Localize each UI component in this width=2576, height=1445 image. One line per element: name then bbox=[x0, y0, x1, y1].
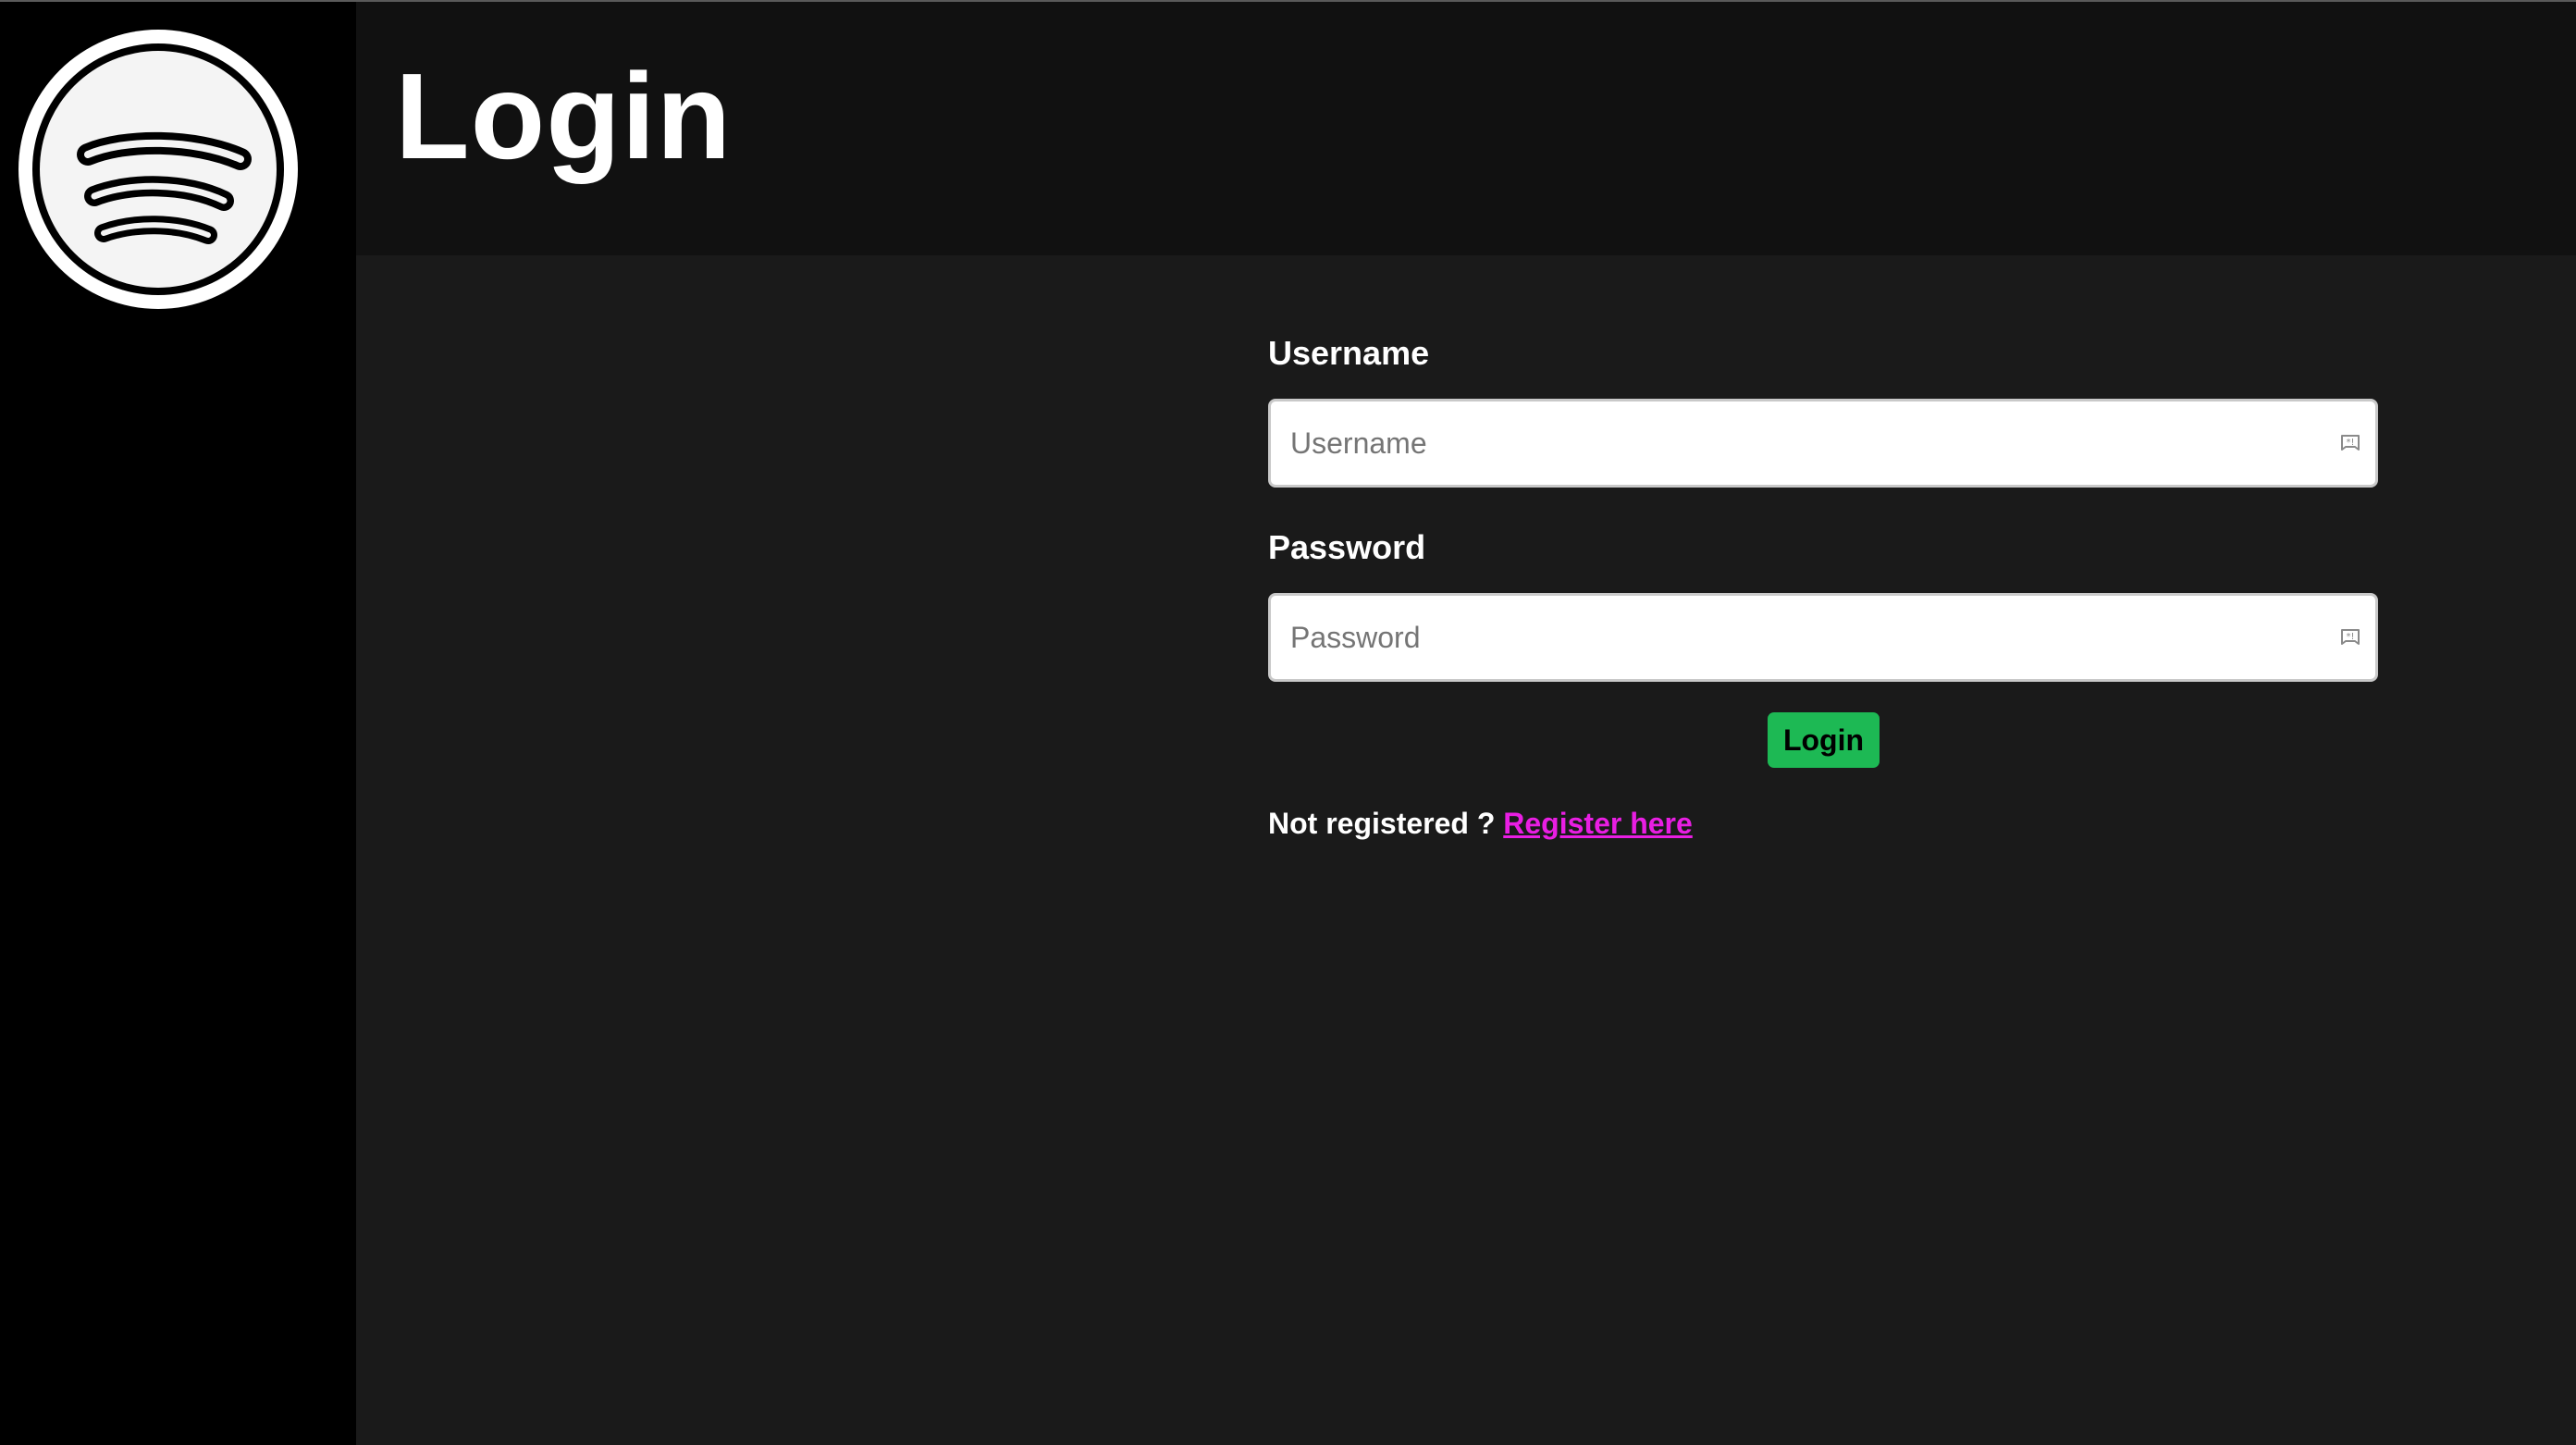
register-prompt-row: Not registered ? Register here bbox=[1268, 809, 1693, 838]
username-input[interactable] bbox=[1271, 401, 2307, 485]
autofill-key-icon[interactable]: *! bbox=[2338, 626, 2362, 650]
page-title: Login bbox=[395, 48, 733, 184]
register-link[interactable]: Register here bbox=[1503, 807, 1693, 840]
page-header: Login bbox=[356, 2, 2576, 255]
login-button[interactable]: Login bbox=[1768, 712, 1880, 768]
username-field-wrapper: *! bbox=[1268, 399, 2378, 488]
main-content: Username *! Password *! Login Not regi bbox=[356, 255, 2576, 1445]
password-label: Password bbox=[1268, 528, 1426, 566]
svg-text:*!: *! bbox=[2346, 438, 2354, 448]
autofill-key-icon[interactable]: *! bbox=[2338, 432, 2362, 456]
username-label: Username bbox=[1268, 334, 1430, 372]
password-input[interactable] bbox=[1271, 596, 2307, 679]
register-prompt-text: Not registered ? bbox=[1268, 807, 1496, 840]
sidebar bbox=[0, 2, 356, 1445]
password-field-wrapper: *! bbox=[1268, 593, 2378, 682]
spotify-logo-icon[interactable] bbox=[18, 30, 298, 309]
svg-text:*!: *! bbox=[2346, 632, 2354, 642]
